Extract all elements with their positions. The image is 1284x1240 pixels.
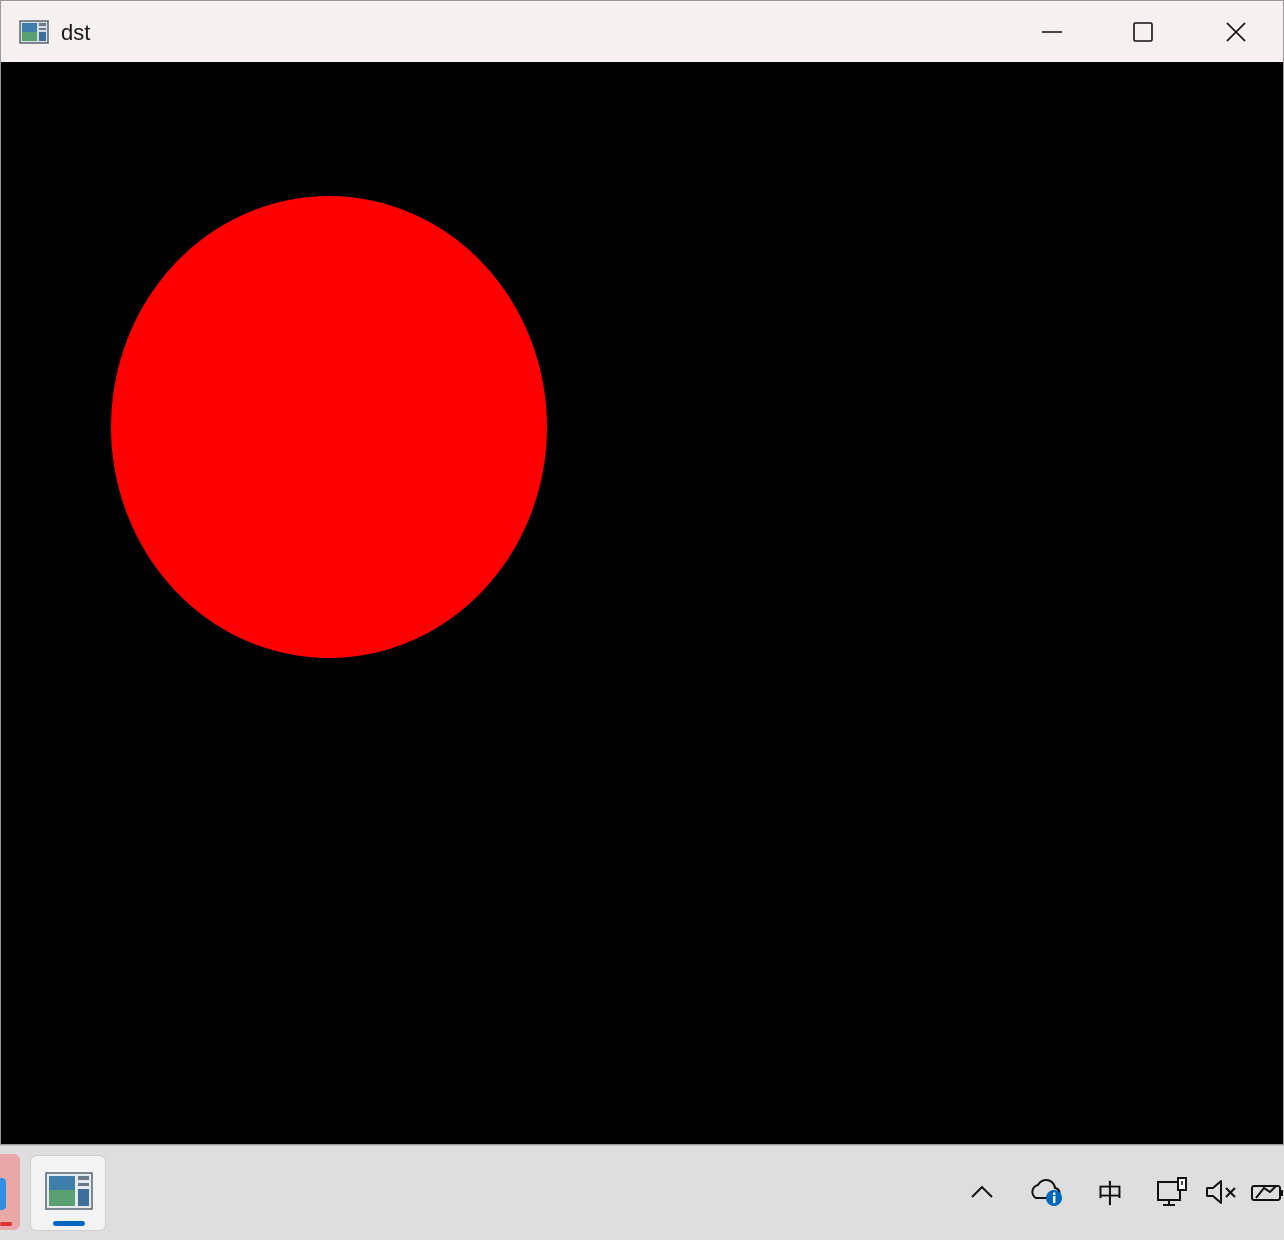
volume-button[interactable] (1203, 1174, 1239, 1210)
chevron-up-icon (971, 1185, 993, 1198)
image-viewer-icon (45, 1172, 93, 1210)
ime-indicator[interactable]: 中 (1090, 1174, 1130, 1210)
cloud-info-icon (1031, 1179, 1062, 1206)
battery-icon (1251, 1185, 1283, 1201)
title-bar[interactable]: dst (1, 1, 1283, 62)
red-circle (111, 196, 547, 658)
network-monitor-icon (1157, 1177, 1187, 1206)
show-hidden-icons-button[interactable] (966, 1174, 998, 1210)
close-button[interactable] (1190, 1, 1282, 62)
app-window: dst (0, 0, 1284, 1145)
maximize-button[interactable] (1097, 1, 1189, 62)
app-indicator (0, 1222, 12, 1226)
maximize-icon (1133, 21, 1153, 42)
close-icon (1226, 21, 1246, 42)
minimize-icon (1042, 30, 1062, 33)
active-app-indicator (53, 1221, 85, 1226)
minimize-button[interactable] (1006, 1, 1098, 62)
volume-muted-icon (1206, 1180, 1236, 1204)
battery-button[interactable] (1250, 1174, 1284, 1210)
taskbar-app-image-viewer[interactable] (30, 1155, 106, 1231)
network-button[interactable] (1152, 1174, 1192, 1210)
window-title: dst (61, 20, 91, 45)
taskbar-app-partial[interactable] (0, 1154, 20, 1230)
taskbar: 中 (0, 1145, 1284, 1240)
onedrive-button[interactable] (1026, 1174, 1066, 1210)
image-canvas (2, 63, 1283, 1144)
partial-app-icon (0, 1178, 6, 1210)
image-viewer-icon (19, 20, 49, 44)
